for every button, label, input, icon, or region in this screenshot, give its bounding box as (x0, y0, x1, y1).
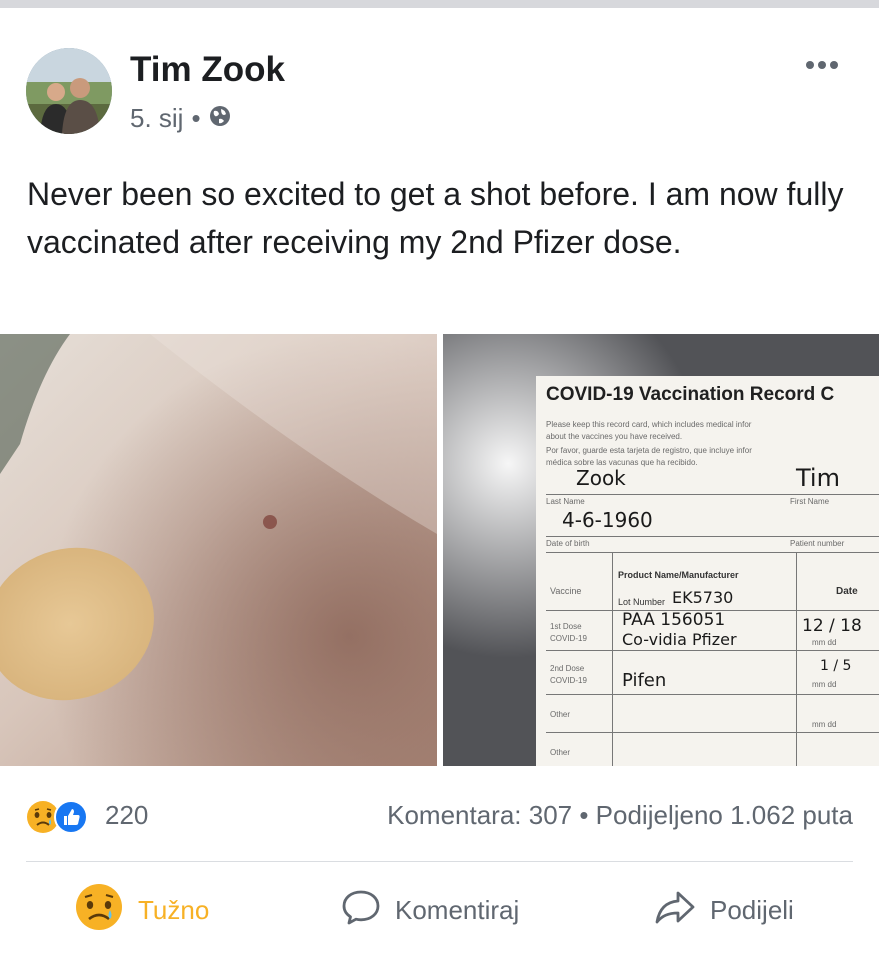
name-line (546, 494, 879, 495)
dose2-label: 2nd Dose (550, 664, 585, 673)
comment-icon (341, 887, 381, 934)
post-date[interactable]: 5. sij (130, 103, 183, 134)
author-name[interactable]: Tim Zook (130, 50, 285, 90)
lot-value: EK5730 (672, 588, 734, 607)
comment-button[interactable]: Komentiraj (341, 882, 519, 938)
more-options-icon[interactable] (804, 58, 840, 77)
dob-label: Date of birth (546, 539, 590, 548)
dose2-line (546, 694, 879, 695)
table-col-line-1 (612, 552, 613, 766)
dose1-sub: COVID-19 (550, 634, 587, 643)
divider (26, 861, 853, 862)
other1-label: Other (550, 710, 571, 719)
col-lot: Lot Number (618, 597, 666, 607)
reaction-icons[interactable] (26, 800, 88, 839)
photo-vaccination-card[interactable]: COVID-19 Vaccination Record C Please kee… (443, 334, 879, 766)
card-title: COVID-19 Vaccination Record C (546, 384, 835, 405)
like-reaction-icon (54, 800, 88, 839)
reaction-count[interactable]: 220 (105, 800, 148, 831)
last-name-label: Last Name (546, 497, 585, 506)
dose2-value: Pifen (622, 670, 667, 691)
card-note-en: Please keep this record card, which incl… (546, 420, 752, 429)
vaccination-card: COVID-19 Vaccination Record C Please kee… (536, 376, 879, 766)
card-note-es: Por favor, guarde esta tarjeta de regist… (546, 446, 752, 455)
dose1-line2: Co-vidia Pfizer (622, 630, 737, 649)
share-label: Podijeli (710, 894, 794, 925)
share-button[interactable]: Podijeli (654, 882, 794, 938)
last-name-value: Zook (576, 466, 626, 490)
sad-face-icon (74, 882, 124, 939)
react-label: Tužno (138, 894, 210, 925)
other1-line (546, 732, 879, 733)
comments-shares-count[interactable]: Komentara: 307 • Podijeljeno 1.062 puta (387, 800, 853, 831)
action-bar: Tužno Komentiraj Podijeli (0, 882, 879, 938)
dose1-mmdd: mm dd (812, 638, 837, 647)
top-border (0, 0, 879, 8)
table-top-line (546, 552, 879, 553)
other1-mmdd: mm dd (812, 720, 837, 729)
dose2-date: 1 / 5 (820, 658, 852, 674)
dose1-line (546, 650, 879, 651)
col-vaccine: Vaccine (550, 586, 582, 596)
dose1-label: 1st Dose (550, 622, 582, 631)
dose2-mmdd: mm dd (812, 680, 837, 689)
col-date: Date (836, 586, 858, 597)
globe-icon (209, 103, 231, 134)
photo-arm[interactable] (0, 334, 437, 766)
comment-label: Komentiraj (395, 894, 520, 925)
table-col-line-2 (796, 552, 797, 766)
dose1-date: 12 / 18 (802, 616, 862, 636)
other2-label: Other (550, 748, 571, 757)
avatar[interactable] (26, 48, 112, 134)
meta-separator: • (191, 103, 201, 133)
col-product: Product Name/Manufacturer (618, 570, 739, 580)
reaction-stats: 220 Komentara: 307 • Podijeljeno 1.062 p… (0, 800, 879, 834)
first-name-label: First Name (790, 497, 830, 506)
post-text: Never been so excited to get a shot befo… (27, 176, 844, 260)
share-icon (654, 887, 696, 934)
patient-number-label: Patient number (790, 539, 845, 548)
dob-value: 4-6-1960 (562, 508, 653, 532)
post-meta: 5. sij • (130, 103, 231, 134)
dose1-line1: PAA 156051 (622, 610, 726, 630)
card-note-en-2: about the vaccines you have received. (546, 432, 683, 441)
dob-line (546, 536, 879, 537)
first-name-value: Tim (796, 464, 840, 492)
react-button[interactable]: Tužno (74, 882, 209, 938)
dose2-sub: COVID-19 (550, 676, 587, 685)
